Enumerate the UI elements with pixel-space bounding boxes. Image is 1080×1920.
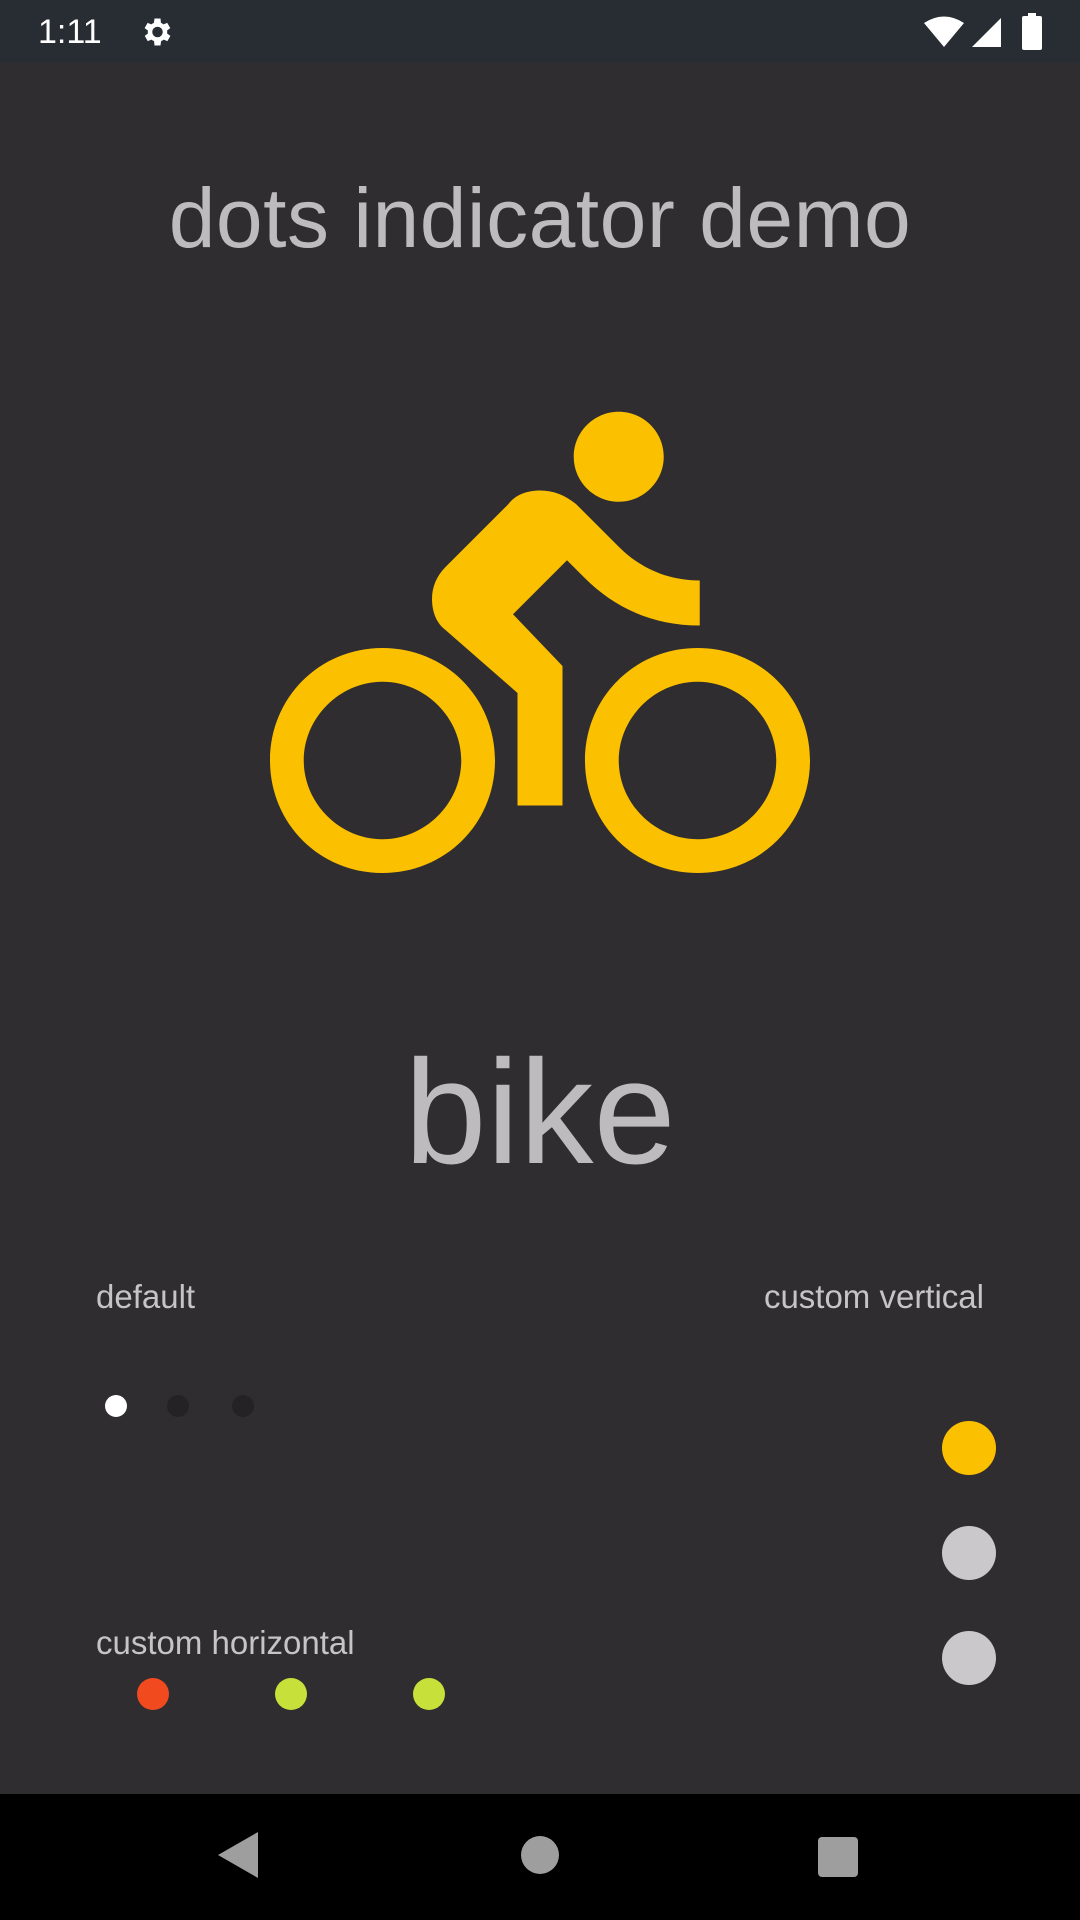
back-icon[interactable] bbox=[218, 1832, 258, 1878]
wifi-icon bbox=[924, 16, 964, 47]
bike-icon-shape bbox=[270, 411, 810, 873]
gear-icon bbox=[144, 18, 171, 46]
status-time: 1:11 bbox=[38, 13, 102, 51]
status-bar: 1:11 bbox=[0, 0, 1080, 63]
default-indicator-label: default bbox=[96, 1278, 196, 1315]
custom-vertical-dot[interactable] bbox=[942, 1421, 996, 1475]
custom-vertical-dot[interactable] bbox=[942, 1631, 996, 1685]
custom-horizontal-dot[interactable] bbox=[275, 1678, 307, 1710]
default-dot[interactable] bbox=[167, 1395, 189, 1417]
recents-icon[interactable] bbox=[818, 1837, 858, 1877]
signal-icon bbox=[972, 18, 1001, 47]
custom-horizontal-indicator-label: custom horizontal bbox=[96, 1624, 355, 1661]
custom-vertical-dot[interactable] bbox=[942, 1526, 996, 1580]
default-dot[interactable] bbox=[232, 1395, 254, 1417]
main-content: dots indicator demo bike bbox=[0, 63, 1080, 1794]
bike-icon bbox=[270, 411, 810, 873]
custom-horizontal-dot[interactable] bbox=[413, 1678, 445, 1710]
battery-icon bbox=[1022, 13, 1042, 50]
page-title: dots indicator demo bbox=[168, 171, 912, 265]
home-icon[interactable] bbox=[521, 1836, 559, 1874]
custom-horizontal-dot[interactable] bbox=[137, 1678, 169, 1710]
navigation-bar bbox=[0, 1794, 1080, 1920]
custom-vertical-indicator-label: custom vertical bbox=[763, 1278, 984, 1315]
default-dot[interactable] bbox=[105, 1395, 127, 1417]
page-label: bike bbox=[404, 1030, 676, 1195]
